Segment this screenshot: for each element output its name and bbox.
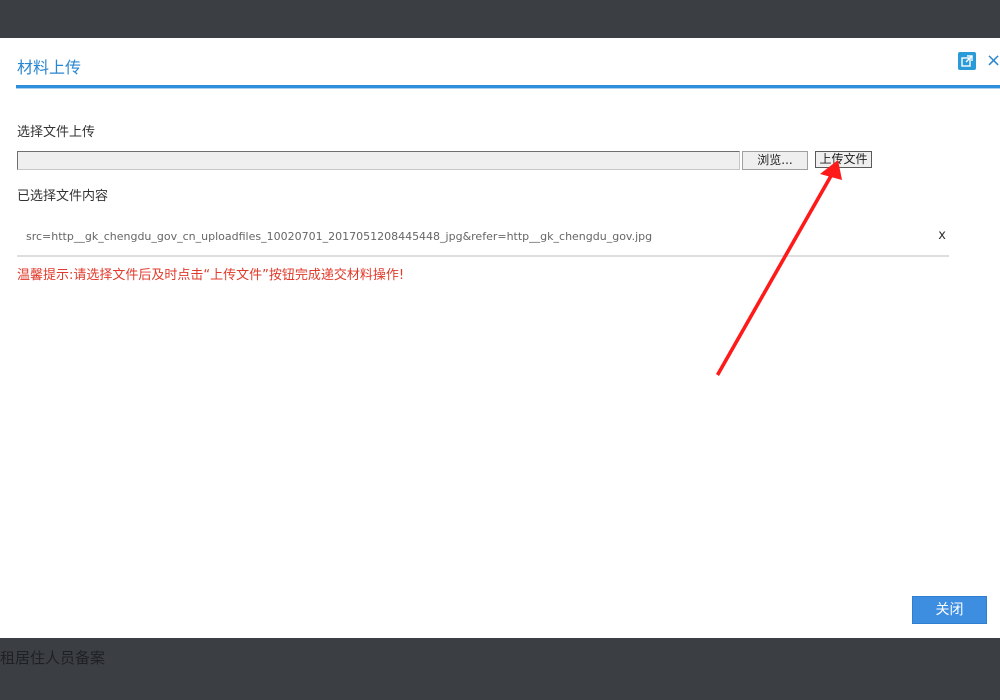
upload-file-button[interactable]: 上传文件	[815, 151, 872, 168]
upload-dialog: 材料上传 × 选择文件上传 浏览... 上传文件 已选择文件内容 src=htt…	[0, 38, 1000, 638]
background-bottom-text: 租居住人员备案	[0, 649, 106, 667]
popout-icon[interactable]	[958, 52, 976, 70]
selected-files-label: 已选择文件内容	[17, 189, 109, 204]
upload-tip: 温馨提示:请选择文件后及时点击“上传文件”按钮完成递交材料操作!	[17, 268, 405, 283]
select-file-label: 选择文件上传	[17, 125, 96, 140]
annotation-arrow	[716, 160, 842, 376]
remove-file-button[interactable]: x	[938, 228, 946, 243]
title-divider	[16, 85, 1000, 88]
dialog-title: 材料上传	[17, 58, 82, 77]
close-icon[interactable]: ×	[986, 52, 1000, 70]
dialog-title-actions: ×	[958, 52, 1000, 70]
list-item: src=http__gk_chengdu_gov_cn_uploadfiles_…	[17, 218, 949, 257]
browse-button[interactable]: 浏览...	[742, 151, 808, 170]
selected-file-name: src=http__gk_chengdu_gov_cn_uploadfiles_…	[26, 230, 653, 243]
file-path-input[interactable]	[17, 151, 740, 170]
close-button[interactable]: 关闭	[912, 596, 987, 624]
